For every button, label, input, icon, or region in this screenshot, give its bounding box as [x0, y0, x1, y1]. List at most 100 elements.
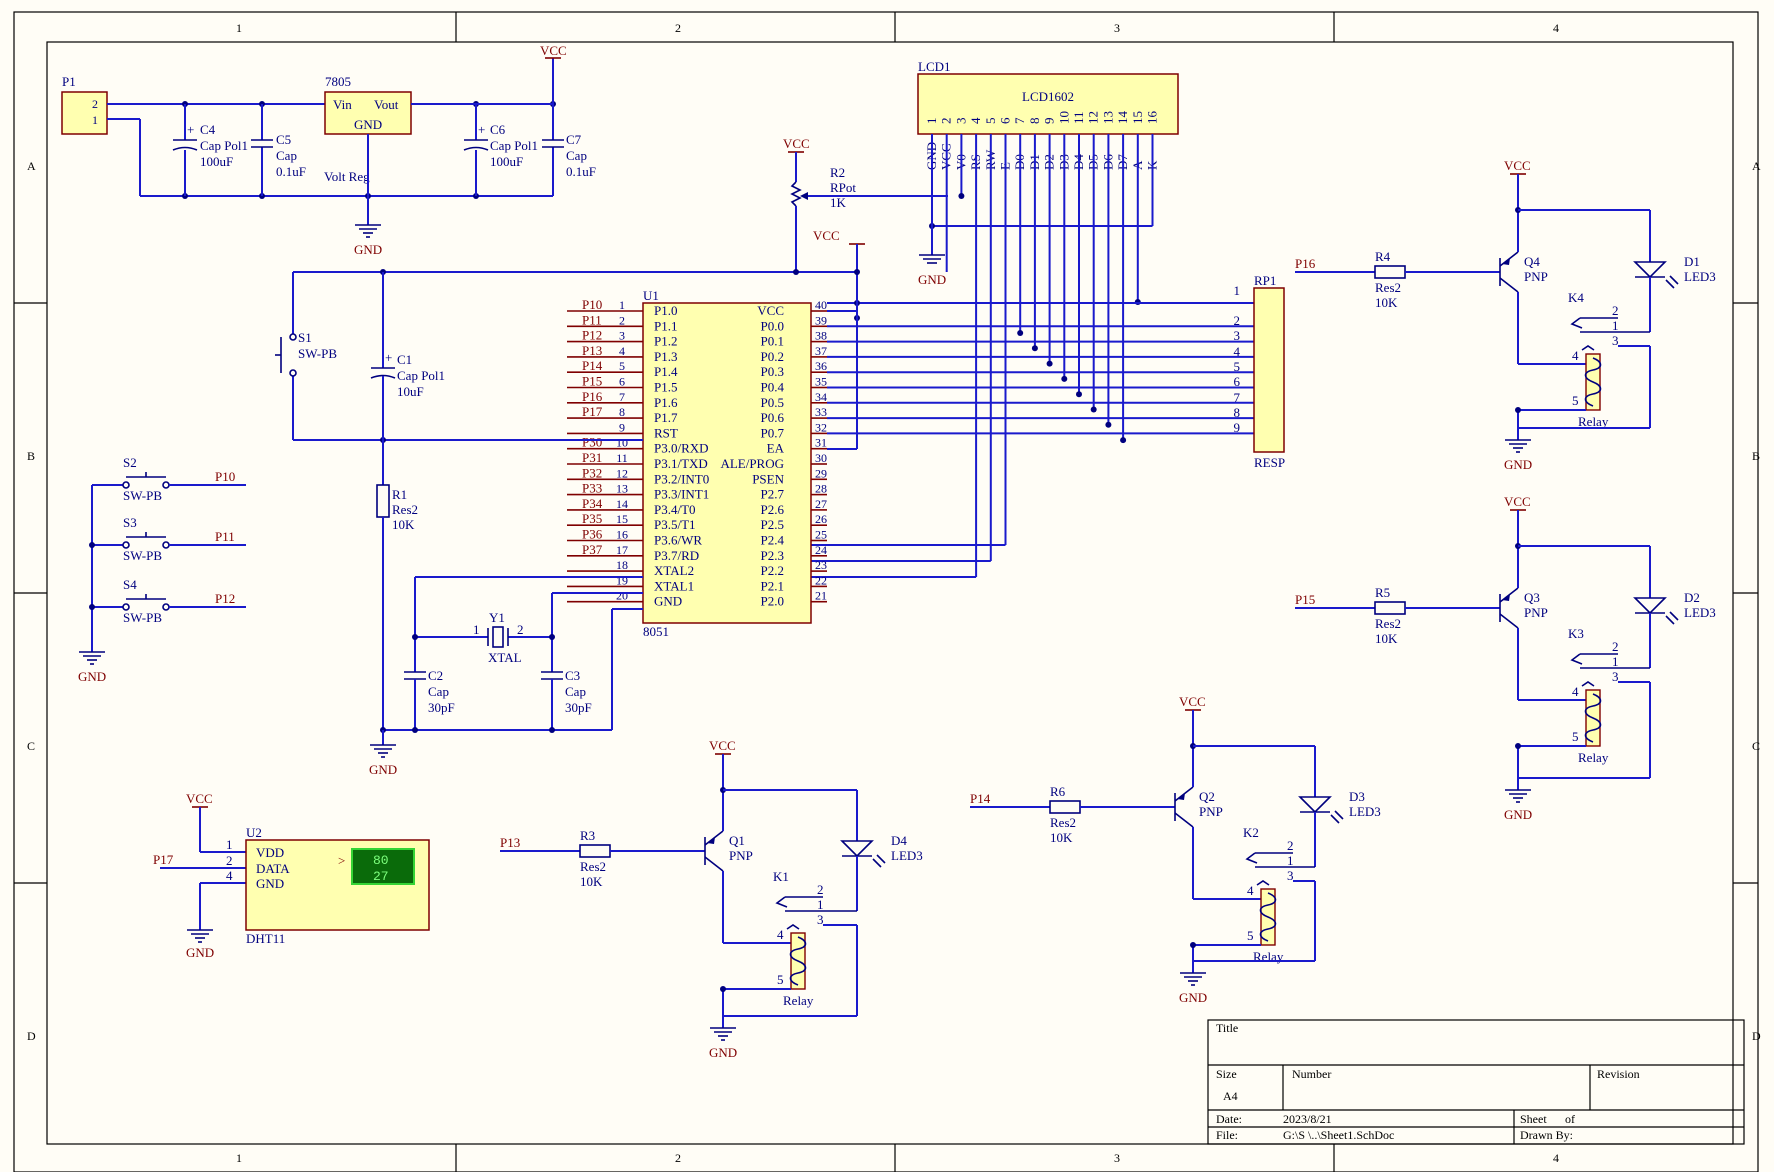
- dht-gnd-label: GND: [186, 945, 214, 960]
- r1-value: 10K: [392, 517, 415, 532]
- mcu-right-pin-name-39: P0.0: [761, 318, 784, 333]
- relay-vcc-label-k1: VCC: [709, 738, 736, 753]
- mcu-left-pin-num-14: 14: [616, 497, 628, 511]
- border-row-d-left: D: [27, 1029, 36, 1043]
- r2-type: RPot: [830, 180, 856, 195]
- relay-gnd-label-k3: GND: [1504, 807, 1532, 822]
- relay-pin-4-k4: 4: [1572, 348, 1579, 363]
- file-label: File:: [1216, 1128, 1238, 1142]
- transistor-ref-q3: Q3: [1524, 590, 1540, 605]
- dht-display-line-2: 27: [373, 869, 389, 884]
- border-row-c-left: C: [27, 739, 35, 753]
- s4-type: SW-PB: [123, 610, 162, 625]
- mcu-left-pin-num-10: 10: [616, 436, 628, 450]
- relay-net-p14: P14: [970, 791, 991, 806]
- mcu-left-pin-name-7: P1.6: [654, 395, 678, 410]
- c7-value: 0.1uF: [566, 164, 596, 179]
- c6-type: Cap Pol1: [490, 138, 538, 153]
- led-type-d2: LED3: [1684, 605, 1716, 620]
- resistor-ref-r4: R4: [1375, 249, 1391, 264]
- lcd-pin-number-15: 15: [1130, 111, 1145, 124]
- resistor-type-r4: Res2: [1375, 280, 1401, 295]
- mcu-left-pin-num-19: 19: [616, 573, 628, 587]
- p1-ref: P1: [62, 74, 76, 89]
- dht-pin-4-name: GND: [256, 876, 284, 891]
- led-type-d3: LED3: [1349, 804, 1381, 819]
- mcu-right-pin-num-27: 27: [815, 497, 827, 511]
- relay-vcc-label-k2: VCC: [1179, 694, 1206, 709]
- lcd-pin-number-4: 4: [968, 117, 983, 124]
- relay-ref-k3: K3: [1568, 626, 1584, 641]
- c2-ref: C2: [428, 668, 443, 683]
- mcu-right-pin-name-37: P0.2: [761, 349, 784, 364]
- mcu-net-P33: P33: [582, 481, 602, 496]
- mcu-right-pin-name-34: P0.5: [761, 395, 784, 410]
- transistor-ref-q4: Q4: [1524, 254, 1540, 269]
- mcu-right-pin-name-25: P2.4: [761, 533, 785, 548]
- mcu-left-pin-name-3: P1.2: [654, 334, 677, 349]
- relay-ref-k4: K4: [1568, 290, 1584, 305]
- dht-net: P17: [153, 852, 174, 867]
- mcu-left-pin-num-12: 12: [616, 466, 628, 480]
- mcu-net-P13: P13: [582, 343, 602, 358]
- mcu-net-P34: P34: [582, 496, 603, 511]
- resistor-ref-r5: R5: [1375, 585, 1390, 600]
- mcu-left-pin-name-11: P3.1/TXD: [654, 456, 708, 471]
- lcd-pin-number-14: 14: [1115, 111, 1130, 125]
- sheet-label: Sheet: [1520, 1112, 1547, 1126]
- mcu-net-P12: P12: [582, 328, 602, 343]
- c4-ref: C4: [200, 122, 216, 137]
- border-col-3-bottom: 3: [1114, 1151, 1120, 1165]
- mcu-right-pin-num-24: 24: [815, 543, 827, 557]
- relay-pin-3-k2: 3: [1287, 868, 1294, 883]
- resistor-type-r3: Res2: [580, 859, 606, 874]
- mcu-right-pin-name-30: ALE/PROG: [720, 456, 784, 471]
- relay-pin-2-k3: 2: [1612, 639, 1619, 654]
- transistor-type-q2: PNP: [1199, 804, 1223, 819]
- border-row-c-right: C: [1752, 739, 1760, 753]
- lcd-pin-number-3: 3: [953, 118, 968, 125]
- mcu-left-pin-name-19: XTAL1: [654, 578, 694, 593]
- revision-label: Revision: [1597, 1067, 1640, 1081]
- resistor-value-r6: 10K: [1050, 830, 1073, 845]
- lcd-pin-number-12: 12: [1086, 111, 1101, 124]
- c3-ref: C3: [565, 668, 580, 683]
- relay-gnd-label-k4: GND: [1504, 457, 1532, 472]
- rp1-pin-8: 8: [1234, 405, 1241, 420]
- lcd-gnd-label: GND: [918, 272, 946, 287]
- dht-display-line-1: 80: [373, 853, 389, 868]
- mcu-right-pin-name-38: P0.1: [761, 334, 784, 349]
- lcd-module[interactable]: [917, 73, 1179, 135]
- mcu-left-pin-num-8: 8: [619, 405, 625, 419]
- rp1-pin-9: 9: [1234, 420, 1241, 435]
- mcu-left-pin-name-17: P3.7/RD: [654, 548, 699, 563]
- mcu-net-P31: P31: [582, 450, 602, 465]
- reg-gnd: GND: [354, 117, 382, 132]
- p1-connector[interactable]: [61, 91, 108, 135]
- relay-pin-4-k1: 4: [777, 927, 784, 942]
- mcu-right-pin-name-29: PSEN: [752, 471, 784, 486]
- border-col-2-top: 2: [675, 21, 681, 35]
- mcu-right-pin-name-27: P2.6: [761, 502, 785, 517]
- dht-ref: U2: [246, 825, 262, 840]
- rp1-body[interactable]: [1253, 287, 1285, 453]
- relay-pin-1-k3: 1: [1612, 654, 1619, 669]
- relay-ref-k1: K1: [773, 869, 789, 884]
- lcd-pin-number-2: 2: [939, 118, 954, 125]
- lcd-pin-number-9: 9: [1042, 118, 1057, 125]
- mcu-right-pin-num-26: 26: [815, 512, 827, 526]
- mcu-right-pin-name-36: P0.3: [761, 364, 784, 379]
- led-ref-d3: D3: [1349, 789, 1365, 804]
- led-ref-d1: D1: [1684, 254, 1700, 269]
- mcu-left-pin-num-9: 9: [619, 420, 625, 434]
- relay-pin-5-k1: 5: [777, 972, 784, 987]
- mcu-right-pin-name-22: P2.1: [761, 578, 784, 593]
- mcu-right-pin-num-38: 38: [815, 329, 827, 343]
- mcu-left-pin-name-20: GND: [654, 594, 682, 609]
- relay-net-p16: P16: [1295, 256, 1316, 271]
- r2-vcc-label: VCC: [783, 136, 810, 151]
- rp1-name: RESP: [1254, 455, 1285, 470]
- s3-net: P11: [215, 529, 235, 544]
- reg-name: Volt Reg: [324, 169, 370, 184]
- s2-net: P10: [215, 469, 235, 484]
